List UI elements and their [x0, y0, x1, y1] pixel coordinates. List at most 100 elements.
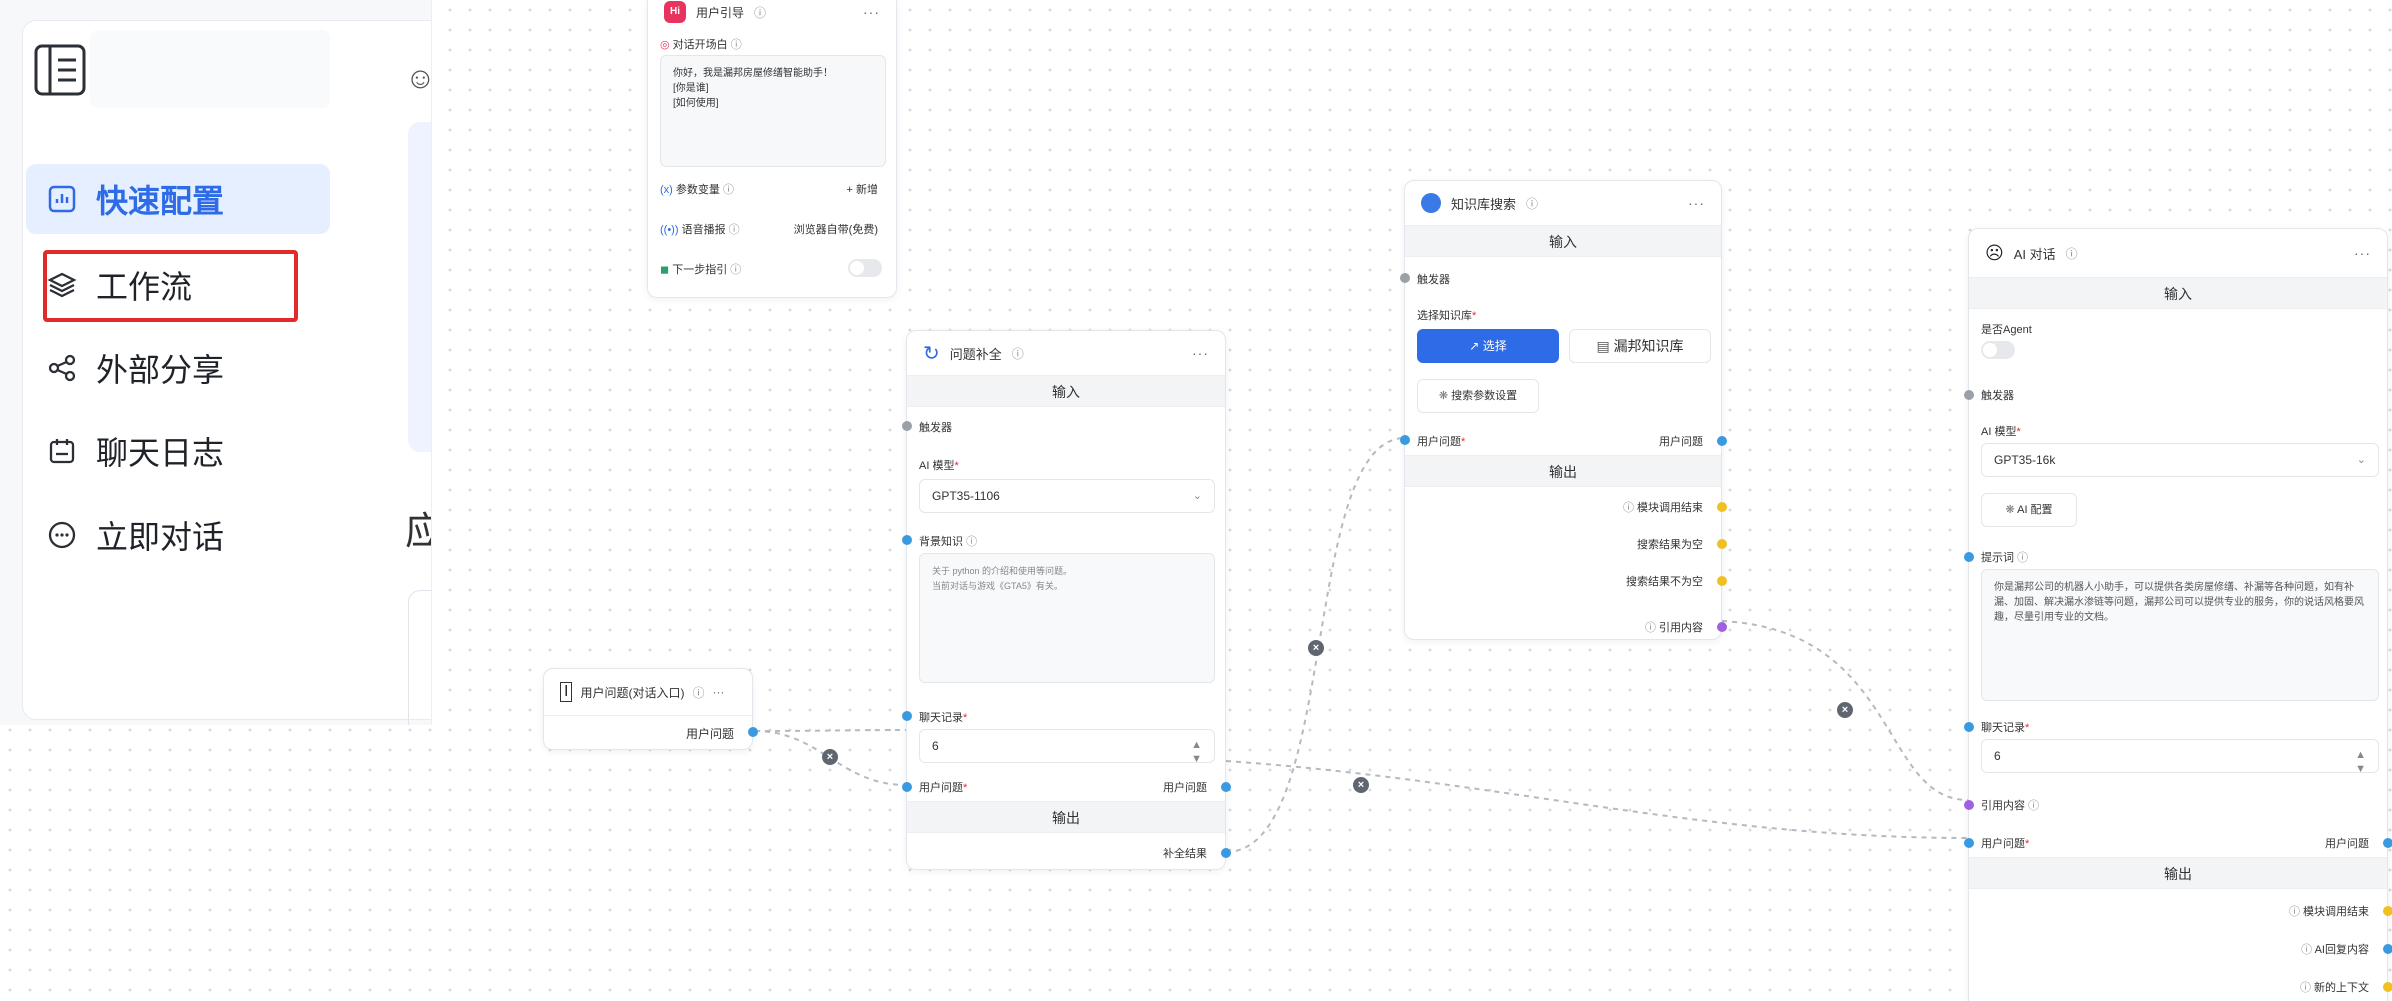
model-select[interactable]: GPT35-16k ⌄ — [1981, 443, 2379, 477]
sidebar-item-label: 快速配置 — [96, 183, 225, 219]
history-label: 聊天记录* — [919, 712, 968, 724]
chevron-down-icon: ⌄ — [2356, 454, 2366, 466]
vars-label: (x) 参数变量 ⓘ — [660, 184, 734, 196]
trigger-label: 触发器 — [1981, 390, 2014, 402]
more-icon[interactable]: ··· — [712, 685, 724, 699]
user-question-handle[interactable] — [902, 782, 912, 792]
output-empty-handle[interactable] — [1717, 539, 1727, 549]
stepper-arrows-icon: ▲ ▼ — [1191, 739, 1202, 765]
more-icon[interactable]: ··· — [2354, 245, 2371, 261]
node-title: 问题补全 — [949, 346, 1002, 362]
more-icon[interactable]: ··· — [1688, 195, 1705, 211]
trigger-label: 触发器 — [1417, 274, 1450, 286]
select-kb-button[interactable]: ↗ 选择 — [1417, 329, 1559, 363]
node-question-completion[interactable]: ↻ 问题补全 ⓘ ··· 输入 触发器 AI 模型* GPT35-1106 ⌄ 背… — [902, 330, 1231, 870]
help-icon: ⓘ — [692, 685, 705, 700]
background-handle[interactable] — [902, 535, 912, 545]
node-ai-chat[interactable]: ☹ AI 对话 ⓘ ··· 输入 是否Agent 触发器 AI 模型* GPT3… — [1964, 228, 2392, 1001]
output-context-handle[interactable] — [2383, 982, 2392, 992]
model-select[interactable]: GPT35-1106 ⌄ — [919, 479, 1215, 513]
more-icon[interactable]: ··· — [1192, 345, 1209, 361]
more-icon[interactable]: ··· — [863, 4, 880, 20]
trigger-handle[interactable] — [902, 421, 912, 431]
calendar-icon — [49, 439, 75, 464]
delete-edge-icon[interactable]: × — [1308, 640, 1324, 656]
output-nonempty-label: 搜索结果不为空 — [1626, 576, 1703, 588]
user-question-out-handle[interactable] — [2383, 838, 2392, 848]
prompt-handle[interactable] — [1964, 552, 1974, 562]
trigger-label: 触发器 — [919, 422, 952, 434]
sidebar-item-share[interactable]: 外部分享 — [26, 333, 330, 403]
output-handle[interactable] — [1221, 848, 1231, 858]
user-question-out-label: 用户问题 — [2325, 838, 2369, 850]
user-question-handle[interactable] — [1964, 838, 1974, 848]
history-label: 聊天记录* — [1981, 722, 2030, 734]
output-reply-handle[interactable] — [2383, 944, 2392, 954]
next-step-toggle[interactable] — [848, 259, 882, 277]
output-handle[interactable] — [748, 727, 758, 737]
kb-chip[interactable]: ▤ 漏邦知识库 — [1569, 329, 1711, 363]
quote-handle[interactable] — [1964, 800, 1974, 810]
history-handle[interactable] — [1964, 722, 1974, 732]
opening-icon: ◎ — [660, 39, 670, 51]
output-nonempty-handle[interactable] — [1717, 576, 1727, 586]
app-sidebar: 快速配置 工作流 外部分享 聊天日志 立即对话 ☺ 应 — [0, 0, 432, 725]
user-question-out-handle[interactable] — [1221, 782, 1231, 792]
sidebar-item-label: 外部分享 — [96, 352, 225, 388]
opening-textarea[interactable]: 你好，我是漏邦房屋修缮智能助手！ [你是谁] [如何使用] — [660, 55, 886, 167]
node-title: 用户问题(对话入口) — [580, 685, 685, 700]
user-question-out-handle[interactable] — [1717, 436, 1727, 446]
sidebar-item-chat-logs[interactable]: 聊天日志 — [26, 416, 330, 486]
prompt-textarea[interactable]: 你是漏邦公司的机器人小助手，可以提供各类房屋修缮、补漏等各种问题，如有补漏、加固… — [1981, 569, 2379, 701]
sidebar-item-quick-config[interactable]: 快速配置 — [26, 164, 330, 234]
user-question-label: 用户问题* — [919, 782, 968, 794]
input-header: 输入 — [1405, 225, 1721, 257]
node-user-guide[interactable]: Hi 用户引导 ⓘ ··· ◎ 对话开场白 ⓘ 你好，我是漏邦房屋修缮智能助手！… — [647, 0, 897, 298]
opening-label: ◎ 对话开场白 ⓘ — [660, 39, 742, 51]
history-stepper[interactable]: 6 ▲ ▼ — [1981, 739, 2379, 775]
delete-edge-icon[interactable]: × — [822, 749, 838, 765]
gear-icon: ❋ — [2005, 504, 2015, 516]
help-icon: ⓘ — [1011, 346, 1024, 361]
output-reply-label: ⓘ AI回复内容 — [2301, 944, 2369, 956]
background-textarea[interactable]: 关于 python 的介绍和使用等问题。 当前对话与游戏《GTA5》有关。 — [919, 553, 1215, 683]
voice-select[interactable]: 浏览器自带(免费) — [794, 221, 878, 237]
user-question-label: 用户问题* — [1981, 838, 2030, 850]
node-title: 用户引导 — [696, 5, 745, 20]
next-step-label: ◼ 下一步指引 ⓘ — [660, 264, 742, 276]
user-question-out-label: 用户问题 — [1163, 782, 1207, 794]
sidebar-item-chat-now[interactable]: 立即对话 — [26, 500, 330, 570]
output-header: 输出 — [1405, 455, 1721, 487]
delete-edge-icon[interactable]: × — [1353, 777, 1369, 793]
book-icon: ▤ — [1596, 338, 1610, 354]
search-params-button[interactable]: ❋ 搜索参数设置 — [1417, 379, 1539, 413]
input-header: 输入 — [1969, 277, 2387, 309]
output-quote-handle[interactable] — [1717, 622, 1727, 632]
model-label: AI 模型* — [1981, 426, 2021, 438]
sidebar-item-label: 立即对话 — [96, 519, 225, 555]
add-var-button[interactable]: + 新增 — [847, 181, 878, 197]
output-empty-label: 搜索结果为空 — [1637, 539, 1703, 551]
trigger-handle[interactable] — [1400, 273, 1410, 283]
delete-edge-icon[interactable]: × — [1837, 702, 1853, 718]
output-done-label: ⓘ 模块调用结束 — [1622, 502, 1703, 514]
ai-config-button[interactable]: ❋ AI 配置 — [1981, 493, 2077, 527]
agent-toggle[interactable] — [1981, 341, 2015, 359]
history-handle[interactable] — [902, 711, 912, 721]
user-question-out-label: 用户问题 — [1659, 436, 1703, 448]
agent-label: 是否Agent — [1981, 324, 2032, 336]
output-done-handle[interactable] — [1717, 502, 1727, 512]
model-label: AI 模型* — [919, 460, 959, 472]
select-kb-label: 选择知识库* — [1417, 310, 1477, 322]
background-label: 背景知识 ⓘ — [919, 536, 978, 548]
node-entry[interactable]: I 用户问题(对话入口) ⓘ ··· 用户问题 — [543, 668, 758, 750]
trigger-handle[interactable] — [1964, 390, 1974, 400]
node-kb-search[interactable]: 知识库搜索 ⓘ ··· 输入 触发器 选择知识库* ↗ 选择 ▤ 漏邦知识库 ❋… — [1400, 180, 1727, 640]
hi-badge-icon: Hi — [664, 1, 686, 23]
app-name-box — [90, 30, 330, 108]
history-stepper[interactable]: 6 ▲ ▼ — [919, 729, 1215, 765]
section-title-peek: 应 — [405, 500, 431, 555]
content-panel-peek — [408, 122, 431, 452]
user-question-handle[interactable] — [1400, 435, 1410, 445]
output-done-handle[interactable] — [2383, 906, 2392, 916]
